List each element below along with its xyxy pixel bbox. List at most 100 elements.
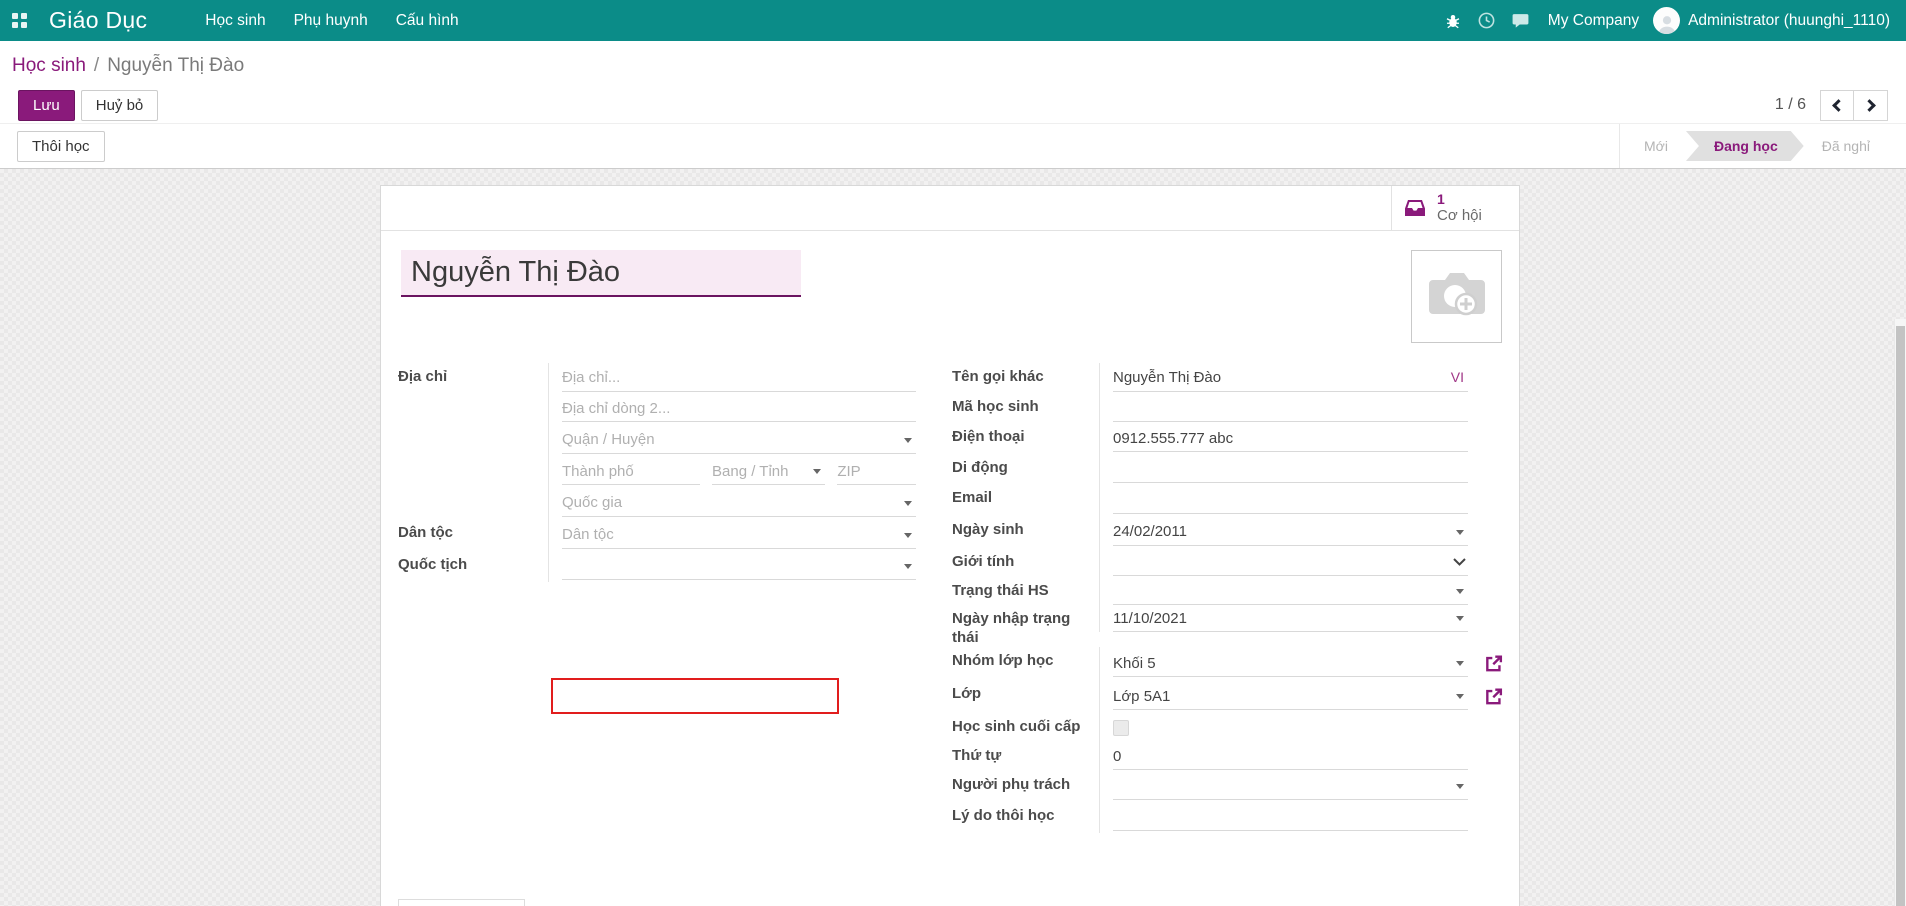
inbox-icon: [1402, 196, 1428, 220]
gender-select[interactable]: [1113, 549, 1468, 576]
form-sheet: 1 Cơ hội Nguyễn Thị Đào Địa chỉ Địa chỉ.…: [380, 185, 1520, 906]
student-status-select[interactable]: [1113, 578, 1468, 605]
notebook-tab-partial[interactable]: [398, 899, 525, 906]
info-group: Tên gọi khác Nguyễn Thị ĐàoVI Mã học sin…: [952, 363, 1468, 833]
field-label-nhom-lop-hoc: Nhóm lớp học: [952, 647, 1099, 680]
form-view-background: 1 Cơ hội Nguyễn Thị Đào Địa chỉ Địa chỉ.…: [0, 169, 1906, 906]
nationality-select[interactable]: [562, 553, 916, 580]
company-switcher[interactable]: My Company: [1548, 12, 1639, 30]
state-select[interactable]: Bang / Tỉnh: [712, 458, 825, 485]
state-dang-hoc[interactable]: Đang học: [1686, 131, 1804, 161]
control-panel: Học sinh / Nguyễn Thị Đào Lưu Huỷ bỏ 1 /…: [0, 41, 1906, 123]
breadcrumb-parent[interactable]: Học sinh: [12, 55, 86, 77]
final-year-checkbox[interactable]: [1113, 720, 1129, 736]
thoi-hoc-button[interactable]: Thôi học: [17, 131, 105, 162]
field-label-ten-goi-khac: Tên gọi khác: [952, 363, 1099, 393]
breadcrumb-current: Nguyễn Thị Đào: [107, 55, 244, 77]
address-group: Địa chỉ Địa chỉ... Địa chỉ dòng 2... Quậ…: [398, 363, 916, 582]
field-label-di-dong: Di động: [952, 454, 1099, 484]
field-label-ma-hoc-sinh: Mã học sinh: [952, 393, 1099, 423]
menu-cau-hinh[interactable]: Cấu hình: [382, 2, 473, 40]
field-label-quoc-tich: Quốc tịch: [398, 551, 548, 582]
birthdate-input[interactable]: 24/02/2011: [1113, 519, 1468, 546]
lop-field-highlight: [551, 678, 839, 714]
class-select[interactable]: Lớp 5A1: [1113, 683, 1468, 710]
field-label-gioi-tinh: Giới tính: [952, 548, 1099, 577]
field-label-nguoi-phu-trach: Người phụ trách: [952, 771, 1099, 802]
ethnicity-select[interactable]: Dân tộc: [562, 522, 916, 549]
caret-down-icon: [1456, 694, 1464, 699]
field-label-hoc-sinh-cuoi-cap: Học sinh cuối cấp: [952, 713, 1099, 742]
country-select[interactable]: Quốc gia: [562, 490, 916, 517]
opportunity-label: Cơ hội: [1437, 207, 1482, 224]
caret-down-icon: [1456, 589, 1464, 594]
phone-input[interactable]: 0912.555.777 abc: [1113, 425, 1468, 452]
pager: 1 / 6: [1775, 90, 1888, 121]
caret-down-icon: [904, 533, 912, 538]
field-label-ngay-nhap-trang-thai: Ngày nhập trạng thái: [952, 605, 1099, 648]
street-input[interactable]: Địa chỉ...: [562, 365, 916, 392]
external-link-icon[interactable]: [1484, 654, 1503, 673]
save-button[interactable]: Lưu: [18, 90, 75, 121]
apps-grid-icon[interactable]: [12, 13, 27, 28]
smart-button-bar: 1 Cơ hội: [381, 186, 1519, 231]
opportunity-count: 1: [1437, 191, 1482, 207]
dropout-reason-input[interactable]: [1113, 804, 1468, 831]
email-input[interactable]: [1113, 487, 1468, 514]
caret-down-icon: [813, 469, 821, 474]
city-input[interactable]: Thành phố: [562, 458, 700, 485]
debug-bug-icon[interactable]: [1436, 12, 1470, 30]
statusbar: Thôi học Mới Đang học Đã nghỉ: [0, 123, 1906, 169]
breadcrumb: Học sinh / Nguyễn Thị Đào: [12, 51, 1894, 81]
pager-counter: 1 / 6: [1775, 96, 1806, 114]
app-brand[interactable]: Giáo Dục: [49, 7, 147, 34]
field-label-dan-toc: Dân tộc: [398, 519, 548, 551]
activities-clock-icon[interactable]: [1470, 11, 1504, 30]
caret-down-icon: [904, 438, 912, 443]
responsible-select[interactable]: [1113, 773, 1468, 800]
pager-next-button[interactable]: [1854, 90, 1888, 121]
caret-down-icon: [904, 501, 912, 506]
menu-hoc-sinh[interactable]: Học sinh: [191, 2, 279, 40]
user-menu[interactable]: Administrator (huunghi_1110): [1653, 7, 1890, 34]
class-group-select[interactable]: Khối 5: [1113, 650, 1468, 677]
field-label-lop: Lớp: [952, 680, 1099, 713]
external-link-icon[interactable]: [1484, 687, 1503, 706]
field-label-dien-thoai: Điện thoại: [952, 423, 1099, 454]
messages-chat-icon[interactable]: [1504, 11, 1538, 30]
state-da-nghi[interactable]: Đã nghỉ: [1804, 131, 1888, 161]
student-name-input[interactable]: Nguyễn Thị Đào: [401, 250, 801, 297]
field-label-thu-tu: Thứ tự: [952, 742, 1099, 771]
chevron-right-icon: [1863, 99, 1876, 112]
pager-previous-button[interactable]: [1820, 90, 1854, 121]
zip-input[interactable]: ZIP: [837, 458, 916, 485]
field-label-trang-thai-hs: Trạng thái HS: [952, 577, 1099, 605]
user-name: Administrator (huunghi_1110): [1688, 12, 1890, 30]
student-code-input[interactable]: [1113, 395, 1468, 422]
caret-down-icon: [1456, 616, 1464, 621]
caret-down-icon: [904, 564, 912, 569]
translate-vi-link[interactable]: VI: [1451, 369, 1464, 385]
camera-plus-icon: [1424, 268, 1490, 326]
field-label-email: Email: [952, 484, 1099, 516]
state-pills: Mới Đang học Đã nghỉ: [1619, 124, 1888, 168]
opportunity-stat-button[interactable]: 1 Cơ hội: [1391, 186, 1519, 230]
caret-down-icon: [1456, 784, 1464, 789]
vertical-scrollbar[interactable]: [1894, 319, 1906, 906]
top-navbar: Giáo Dục Học sinh Phụ huynh Cấu hình My …: [0, 0, 1906, 41]
other-name-input[interactable]: Nguyễn Thị ĐàoVI: [1113, 365, 1468, 392]
discard-button[interactable]: Huỷ bỏ: [81, 90, 159, 121]
main-menu: Học sinh Phụ huynh Cấu hình: [191, 2, 472, 40]
mobile-input[interactable]: [1113, 456, 1468, 483]
field-label-ly-do-thoi-hoc: Lý do thôi học: [952, 802, 1099, 833]
user-avatar: [1653, 7, 1680, 34]
student-photo-placeholder[interactable]: [1411, 250, 1502, 343]
status-date-input[interactable]: 11/10/2021: [1113, 605, 1468, 632]
scrollbar-thumb[interactable]: [1896, 326, 1905, 906]
state-moi[interactable]: Mới: [1626, 131, 1686, 161]
caret-down-icon: [1456, 661, 1464, 666]
sequence-input[interactable]: 0: [1113, 743, 1468, 770]
district-select[interactable]: Quận / Huyện: [562, 427, 916, 454]
street2-input[interactable]: Địa chỉ dòng 2...: [562, 395, 916, 422]
menu-phu-huynh[interactable]: Phụ huynh: [280, 2, 382, 40]
